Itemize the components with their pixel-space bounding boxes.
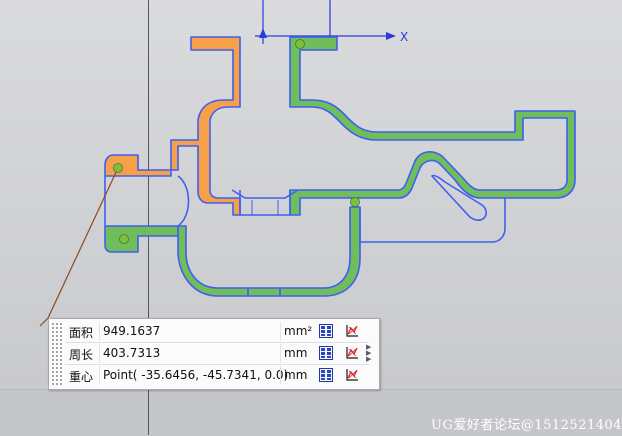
orange-section-face[interactable] — [104, 36, 241, 253]
export-graph-icon[interactable] — [345, 346, 359, 360]
measure-row-area: 面积 949.1637 mm² — [65, 321, 369, 343]
copy-table-icon[interactable] — [319, 368, 333, 382]
measure-value: 949.1637 — [103, 324, 161, 338]
expand-arrows-icon[interactable]: ▶ ▶ ▶ — [366, 344, 376, 366]
measure-value: 403.7313 — [103, 346, 161, 360]
measure-unit: mm — [284, 346, 308, 360]
export-graph-icon[interactable] — [345, 324, 359, 338]
measure-unit: mm — [284, 368, 308, 382]
measure-row-perimeter: 周长 403.7313 mm — [65, 343, 369, 365]
panel-drag-grip-icon[interactable] — [51, 322, 63, 386]
point-lower-left — [119, 234, 129, 244]
measurement-results-panel[interactable]: 面积 949.1637 mm² 周长 403.7313 mm 重心 Point(… — [48, 318, 380, 390]
measure-label: 面积 — [69, 326, 94, 340]
measure-label: 周长 — [69, 348, 94, 362]
measure-unit: mm² — [284, 324, 313, 338]
point-mid-right — [350, 197, 360, 207]
measure-row-centroid: 重心 Point( -35.6456, -45.7341, 0.0) mm — [65, 365, 369, 386]
measure-value: Point( -35.6456, -45.7341, 0.0) — [103, 368, 289, 382]
x-axis-label: X — [400, 30, 408, 44]
centroid-point-upper — [113, 163, 123, 173]
graphics-viewport[interactable]: X 面积 949.1637 mm² 周长 403.7313 mm 重心 Poin… — [0, 0, 622, 436]
export-graph-icon[interactable] — [345, 368, 359, 382]
copy-table-icon[interactable] — [319, 346, 333, 360]
point-top-stem — [295, 39, 305, 49]
measure-label: 重心 — [69, 370, 94, 384]
forum-watermark: UG爱好者论坛@1512521404 — [431, 418, 622, 433]
copy-table-icon[interactable] — [319, 324, 333, 338]
